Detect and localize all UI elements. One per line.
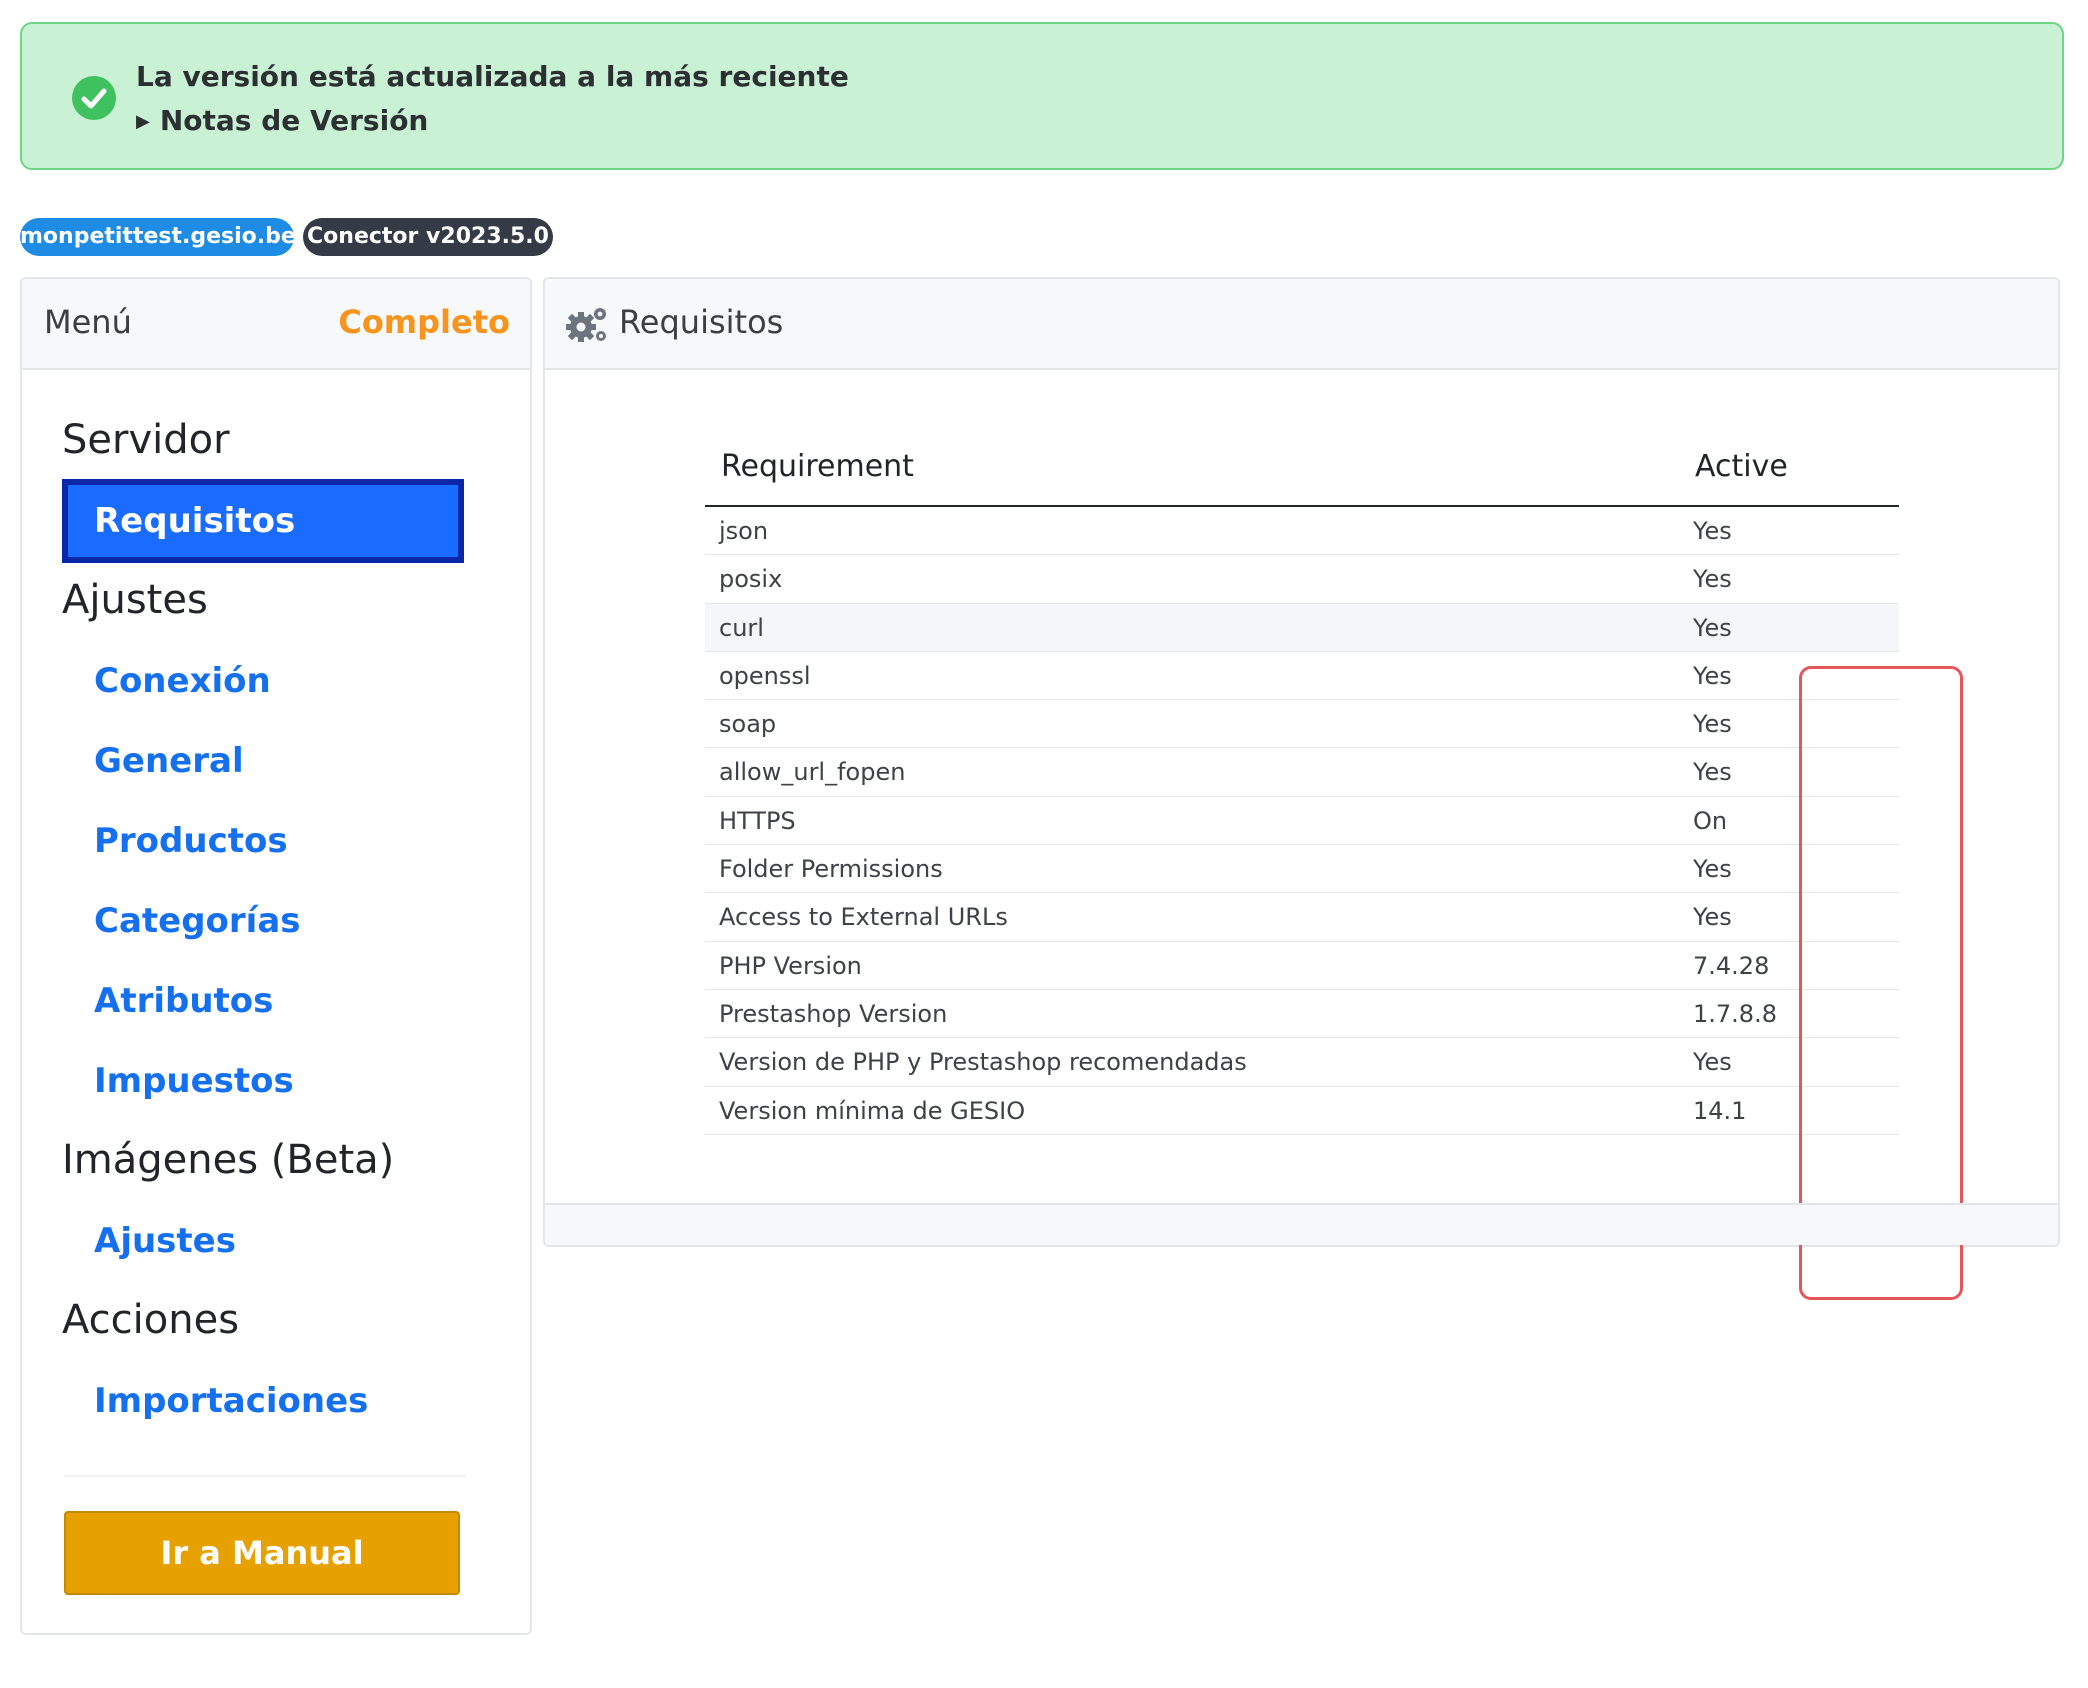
- requirement-cell: allow_url_fopen: [719, 758, 906, 787]
- active-cell: 7.4.28: [1693, 951, 1770, 980]
- section-acciones: Acciones: [62, 1297, 240, 1343]
- requirement-cell: openssl: [719, 661, 811, 690]
- table-row: Version mínima de GESIO 14.1: [705, 1087, 1899, 1135]
- table-row: json Yes: [705, 507, 1899, 556]
- active-cell: 1.7.8.8: [1693, 999, 1777, 1028]
- sidebar-header: Menú Completo: [22, 279, 530, 370]
- section-ajustes: Ajustes: [62, 577, 208, 623]
- section-servidor: Servidor: [62, 417, 230, 463]
- release-notes-toggle[interactable]: ▶ Notas de Versión: [136, 104, 428, 137]
- manual-button[interactable]: Ir a Manual: [64, 1511, 460, 1595]
- requirement-cell: json: [719, 517, 769, 545]
- sidebar-item-requisitos[interactable]: Requisitos: [62, 479, 464, 563]
- site-badge: monpetittest.gesio.be: [20, 218, 296, 256]
- requirements-title: Requisitos: [619, 303, 784, 341]
- sidebar-item-productos[interactable]: Productos: [94, 821, 288, 861]
- active-cell: Yes: [1693, 903, 1732, 932]
- requirement-cell: Version de PHP y Prestashop recomendadas: [719, 1048, 1247, 1077]
- requirements-table: Requirement Active json Yes posix Yes curl…: [705, 439, 1963, 1300]
- table-row: openssl Yes: [705, 652, 1899, 701]
- active-cell: On: [1693, 806, 1728, 835]
- active-cell: 14.1: [1693, 1096, 1747, 1125]
- sidebar-menu: Menú Completo Servidor Requisitos Ajuste…: [20, 277, 532, 1635]
- active-cell: Yes: [1693, 613, 1732, 642]
- active-cell: Yes: [1693, 710, 1732, 739]
- check-circle-icon: [72, 76, 116, 120]
- active-cell: Yes: [1693, 661, 1732, 690]
- table-row: soap Yes: [705, 700, 1899, 749]
- requirement-cell: Folder Permissions: [719, 855, 943, 884]
- active-cell: Yes: [1693, 565, 1732, 594]
- table-row: Folder Permissions Yes: [705, 845, 1899, 894]
- header-requirement: Requirement: [721, 449, 914, 484]
- sidebar-item-impuestos[interactable]: Impuestos: [94, 1061, 294, 1101]
- alert-message: La versión está actualizada a la más rec…: [136, 60, 849, 93]
- requirement-cell: curl: [719, 613, 764, 642]
- active-cell: Yes: [1693, 758, 1732, 787]
- requirement-cell: HTTPS: [719, 806, 796, 835]
- sidebar-item-general[interactable]: General: [94, 741, 244, 781]
- sidebar-item-imagenes-ajustes[interactable]: Ajustes: [94, 1221, 236, 1261]
- gears-icon: [566, 308, 606, 342]
- release-notes-label: Notas de Versión: [159, 104, 429, 137]
- update-alert: La versión está actualizada a la más rec…: [20, 22, 2064, 170]
- sidebar-status: Completo: [338, 303, 510, 341]
- requirement-cell: Version mínima de GESIO: [719, 1096, 1026, 1125]
- table-row: PHP Version 7.4.28: [705, 942, 1899, 990]
- table-row: Prestashop Version 1.7.8.8: [705, 990, 1899, 1039]
- table-row: Version de PHP y Prestashop recomendadas…: [705, 1038, 1899, 1087]
- requirement-cell: Access to External URLs: [719, 903, 1008, 932]
- requirement-cell: Prestashop Version: [719, 999, 948, 1028]
- table-row: curl Yes: [705, 603, 1899, 652]
- active-cell: Yes: [1693, 855, 1732, 884]
- table-row: posix Yes: [705, 555, 1899, 604]
- requirement-cell: posix: [719, 565, 783, 594]
- section-imagenes: Imágenes (Beta): [62, 1137, 395, 1183]
- table-row: allow_url_fopen Yes: [705, 748, 1899, 797]
- table-header: Requirement Active: [705, 439, 1899, 507]
- header-active: Active: [1695, 449, 1788, 484]
- sidebar-title: Menú: [44, 303, 132, 341]
- requirement-cell: soap: [719, 710, 777, 739]
- sidebar-item-conexion[interactable]: Conexión: [94, 661, 271, 701]
- caret-right-icon: ▶: [136, 111, 150, 132]
- sidebar-item-categorias[interactable]: Categorías: [94, 901, 301, 941]
- sidebar-item-importaciones[interactable]: Importaciones: [94, 1381, 368, 1421]
- active-cell: Yes: [1693, 1048, 1732, 1077]
- table-row: HTTPS On: [705, 797, 1899, 846]
- requirements-footer: [545, 1203, 2058, 1245]
- requirements-card: Requisitos Requirement Active json Yes po…: [543, 277, 2060, 1300]
- requirement-cell: PHP Version: [719, 951, 862, 980]
- sidebar-divider: [64, 1475, 466, 1477]
- sidebar-item-atributos[interactable]: Atributos: [94, 981, 273, 1021]
- table-row: Access to External URLs Yes: [705, 893, 1899, 942]
- active-cell: Yes: [1693, 517, 1732, 545]
- version-badge: Conector v2023.5.0: [303, 218, 553, 256]
- requirements-header: Requisitos: [545, 279, 2058, 370]
